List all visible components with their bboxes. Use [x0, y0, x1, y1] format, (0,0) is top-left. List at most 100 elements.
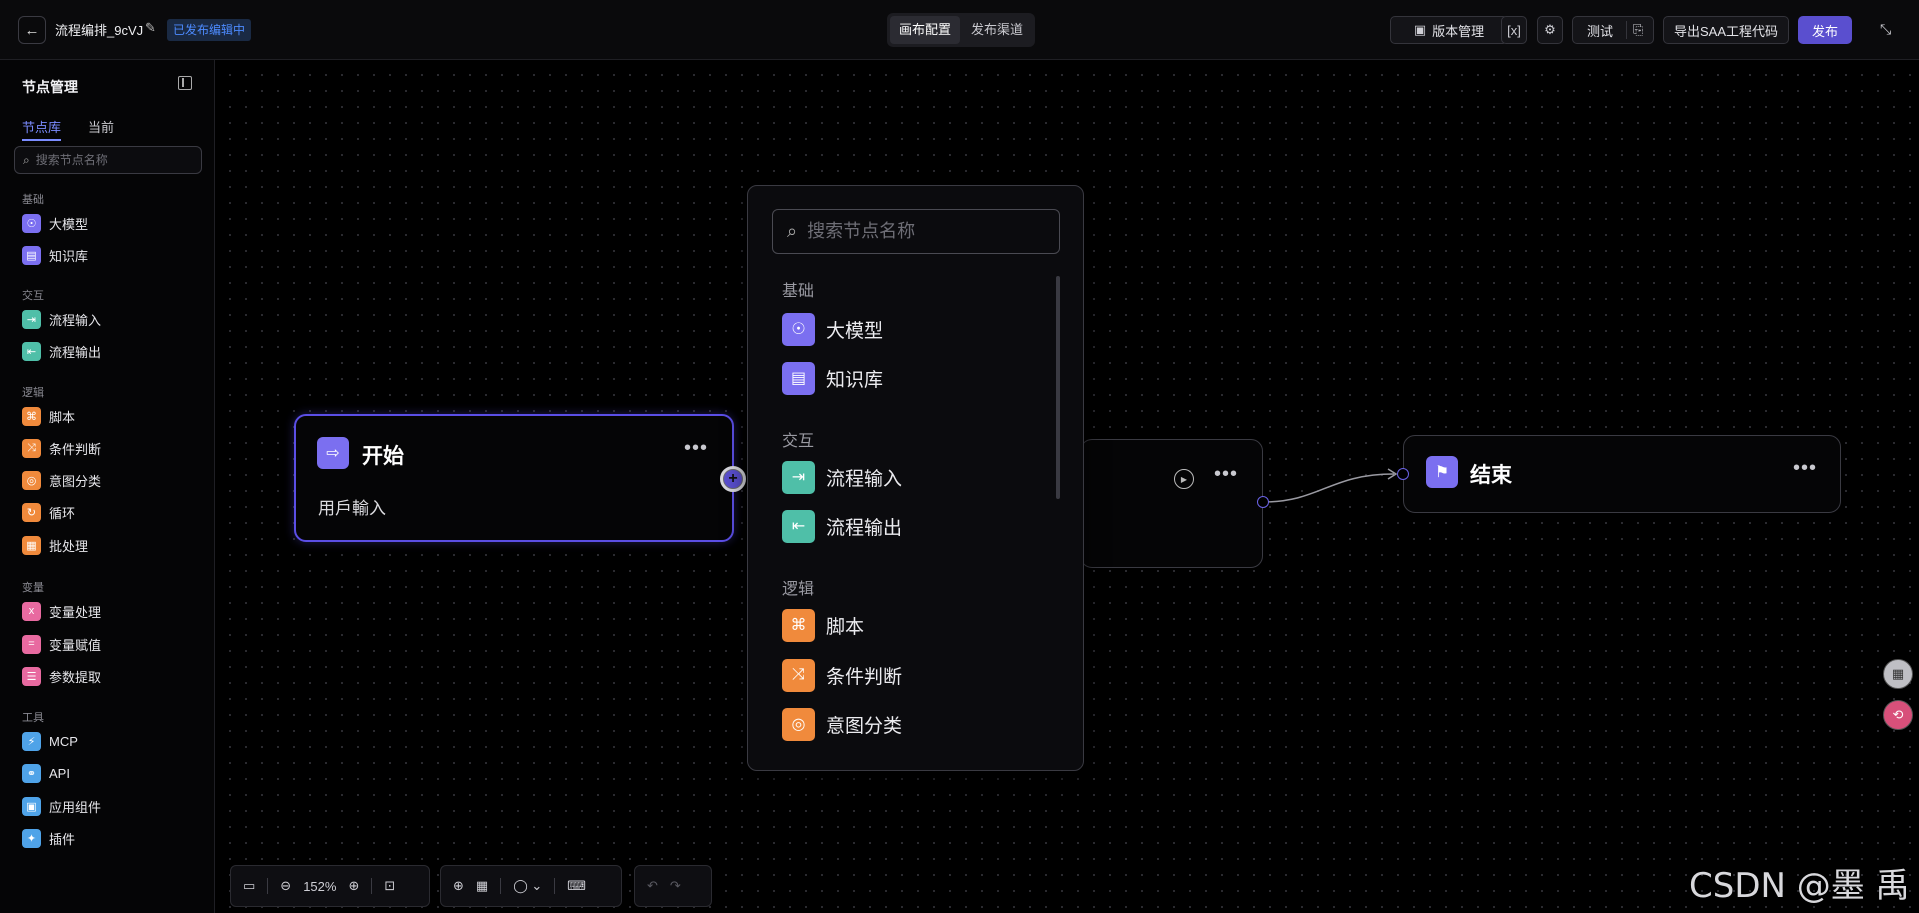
input-icon: ⇥ — [22, 309, 41, 329]
watermark: CSDN @墨 禹 — [1689, 866, 1910, 906]
back-button[interactable]: ← — [18, 16, 46, 44]
view-segment: 画布配置 发布渠道 — [887, 13, 1035, 47]
sidebar-item-label: API — [49, 765, 70, 781]
sidebar-item-param-extract[interactable]: ☰ 参数提取 — [22, 664, 101, 688]
grid-float-icon[interactable]: ▦ — [1883, 659, 1913, 689]
batch-icon: ▦ — [22, 535, 41, 555]
collapse-icon[interactable]: ⤡ — [1880, 21, 1891, 38]
popup-item-flow-output[interactable]: ⇤ 流程输出 — [782, 509, 902, 543]
popup-category-logic: 逻辑 — [782, 581, 815, 598]
sidebar-item-llm[interactable]: ☉ 大模型 — [22, 211, 88, 235]
sidebar-item-flow-output[interactable]: ⇤ 流程输出 — [22, 339, 101, 363]
popup-item-flow-input[interactable]: ⇥ 流程输入 — [782, 460, 902, 494]
sidebar-search-input[interactable] — [35, 153, 186, 167]
popup-item-intent[interactable]: ◎ 意图分类 — [782, 707, 902, 741]
more-icon[interactable]: ••• — [1214, 464, 1238, 484]
popup-search-input[interactable] — [807, 221, 1038, 242]
popup-item-script[interactable]: ⌘ 脚本 — [782, 608, 864, 642]
sidebar-collapse-icon[interactable] — [178, 76, 192, 90]
shuffle-icon: ⤨ — [22, 438, 41, 458]
search-icon: ⌕ — [787, 221, 798, 241]
start-node[interactable]: ⇨ 开始 ••• 用戶輸入 — [294, 414, 734, 542]
tab-node-library[interactable]: 节点库 — [22, 117, 62, 141]
popup-item-condition[interactable]: ⤨ 条件判断 — [782, 658, 902, 692]
popup-search[interactable]: ⌕ — [772, 209, 1060, 254]
sidebar-item-condition[interactable]: ⤨ 条件判断 — [22, 436, 101, 460]
sidebar-item-api[interactable]: ⚭ API — [22, 761, 70, 785]
sidebar-item-batch[interactable]: ▦ 批处理 — [22, 533, 88, 557]
tab-current[interactable]: 当前 — [88, 117, 114, 136]
test-button[interactable]: 测试 — [1587, 21, 1613, 40]
pencil-icon[interactable]: ✎ — [145, 20, 156, 36]
test-history-icon[interactable]: ⎘ — [1633, 22, 1643, 38]
sidebar-item-knowledge[interactable]: ▤ 知识库 — [22, 243, 88, 267]
sidebar-search[interactable]: ⌕ — [14, 146, 202, 174]
input-icon: ⇥ — [782, 460, 815, 494]
tab-publish-channel[interactable]: 发布渠道 — [962, 16, 1032, 44]
sidebar-item-label: 参数提取 — [49, 669, 102, 685]
category-variable: 变量 — [22, 582, 44, 594]
sidebar-item-label: 插件 — [49, 831, 76, 847]
run-icon[interactable]: ▶ — [1174, 469, 1194, 489]
minimap-icon[interactable]: ▭ — [243, 878, 255, 894]
output-handle[interactable] — [1257, 496, 1269, 508]
sidebar-item-flow-input[interactable]: ⇥ 流程输入 — [22, 307, 101, 331]
popup-item-knowledge[interactable]: ▤ 知识库 — [782, 361, 883, 395]
start-node-title: 开始 — [362, 445, 404, 468]
script-icon: ⌘ — [782, 608, 815, 642]
export-code-button[interactable]: 导出SAA工程代码 — [1663, 16, 1789, 44]
input-handle[interactable] — [1397, 468, 1409, 480]
sidebar-item-var-process[interactable]: x 变量处理 — [22, 599, 101, 623]
plugin-icon: ✦ — [22, 828, 41, 848]
sidebar-title: 节点管理 — [22, 79, 78, 95]
fit-view-icon[interactable]: ⊡ — [384, 878, 395, 894]
end-node[interactable]: ⚑ 结束 ••• — [1403, 435, 1841, 513]
sidebar-item-script[interactable]: ⌘ 脚本 — [22, 404, 75, 428]
publish-button[interactable]: 发布 — [1798, 16, 1852, 44]
sidebar-item-intent[interactable]: ◎ 意图分类 — [22, 468, 101, 492]
add-node-icon[interactable]: ⊕ — [453, 878, 464, 894]
llm-icon: ☉ — [782, 312, 815, 346]
version-manage-button[interactable]: ▣ 版本管理 — [1390, 16, 1508, 44]
more-icon[interactable]: ••• — [684, 438, 708, 458]
undo-icon[interactable]: ↶ — [647, 878, 658, 894]
variables-button[interactable]: [x] — [1501, 16, 1527, 44]
middle-node[interactable]: ▶ ••• — [1080, 439, 1263, 568]
flag-icon: ⚑ — [1426, 456, 1458, 488]
mouse-mode-icon[interactable]: ◯ ⌄ — [513, 878, 542, 894]
keyboard-icon[interactable]: ⌨ — [567, 878, 586, 894]
translate-float-icon[interactable]: ⟲ — [1883, 700, 1913, 730]
popup-item-label: 知识库 — [826, 369, 884, 391]
popup-item-label: 大模型 — [826, 320, 884, 342]
popup-item-label: 流程输出 — [826, 517, 903, 539]
sidebar-item-label: 流程输入 — [49, 312, 102, 328]
more-icon[interactable]: ••• — [1793, 458, 1817, 478]
settings-button[interactable]: ⚙ — [1537, 16, 1563, 44]
zoom-out-icon[interactable]: ⊖ — [280, 878, 291, 894]
tab-canvas-config[interactable]: 画布配置 — [890, 16, 960, 44]
sidebar-item-label: 变量赋值 — [49, 637, 102, 653]
sidebar-item-label: 批处理 — [49, 538, 89, 554]
sidebar-item-loop[interactable]: ↻ 循环 — [22, 500, 75, 524]
sidebar-item-label: MCP — [49, 733, 78, 749]
version-icon: ▣ — [1413, 22, 1427, 37]
add-node-handle[interactable]: + — [720, 466, 746, 492]
sidebar-item-mcp[interactable]: ⚡ MCP — [22, 729, 78, 753]
sidebar-item-app-component[interactable]: ▣ 应用组件 — [22, 794, 101, 818]
output-icon: ⇤ — [782, 509, 815, 543]
list-icon: ☰ — [22, 666, 41, 686]
sidebar-item-var-assign[interactable]: = 变量赋值 — [22, 632, 101, 656]
redo-icon[interactable]: ↷ — [670, 878, 681, 894]
popup-item-llm[interactable]: ☉ 大模型 — [782, 312, 883, 346]
zoom-in-icon[interactable]: ⊕ — [348, 878, 359, 894]
divider — [1626, 21, 1627, 39]
variable-assign-icon: = — [22, 634, 41, 654]
flow-title: 流程编排_9cVJ — [55, 23, 144, 38]
sidebar-item-plugin[interactable]: ✦ 插件 — [22, 826, 75, 850]
component-icon: ▣ — [22, 796, 41, 816]
sidebar-item-label: 知识库 — [49, 248, 89, 264]
popup-scrollbar[interactable] — [1056, 276, 1060, 499]
llm-icon: ☉ — [22, 213, 41, 233]
link-icon: ⚭ — [22, 763, 41, 783]
layout-icon[interactable]: ▦ — [476, 878, 488, 894]
